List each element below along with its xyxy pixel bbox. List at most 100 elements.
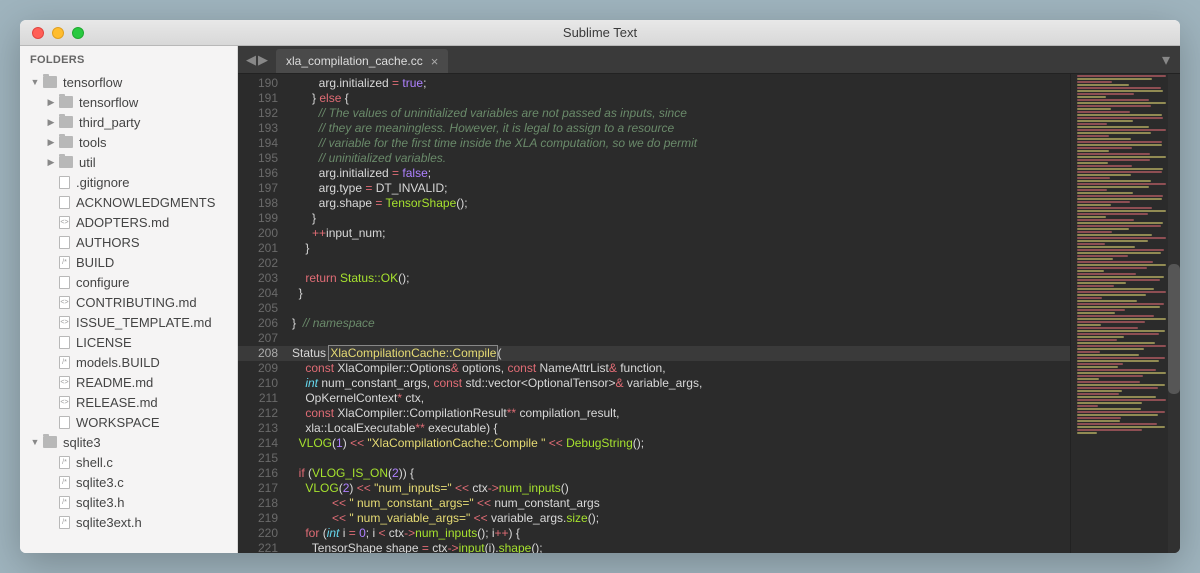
code-line[interactable]: // variable for the first time inside th… [288, 136, 1070, 151]
code-line[interactable]: const XlaCompiler::Options& options, con… [288, 361, 1070, 376]
line-number[interactable]: 205 [238, 301, 288, 316]
line-number[interactable]: 202 [238, 256, 288, 271]
titlebar[interactable]: Sublime Text [20, 20, 1180, 46]
file-item[interactable]: <>ISSUE_TEMPLATE.md [26, 312, 231, 332]
line-number[interactable]: 212 [238, 406, 288, 421]
code-line[interactable]: if (VLOG_IS_ON(2)) { [288, 466, 1070, 481]
minimap[interactable] [1070, 74, 1180, 553]
code-line[interactable]: VLOG(1) << "XlaCompilationCache::Compile… [288, 436, 1070, 451]
chevron-down-icon[interactable]: ▼ [30, 77, 40, 87]
code-line[interactable]: arg.initialized = false; [288, 166, 1070, 181]
folder-item[interactable]: ▼sqlite3 [26, 432, 231, 452]
code-line[interactable]: // they are meaningless. However, it is … [288, 121, 1070, 136]
line-number[interactable]: 217 [238, 481, 288, 496]
chevron-right-icon[interactable]: ▶ [46, 157, 56, 167]
nav-arrows[interactable]: ◀ ▶ [238, 46, 276, 73]
code-line[interactable]: int num_constant_args, const std::vector… [288, 376, 1070, 391]
line-number[interactable]: 198 [238, 196, 288, 211]
file-item[interactable]: /*BUILD [26, 252, 231, 272]
nav-forward-icon[interactable]: ▶ [258, 52, 268, 68]
line-number[interactable]: 211 [238, 391, 288, 406]
line-number[interactable]: 213 [238, 421, 288, 436]
gutter[interactable]: 1901911921931941951961971981992002012022… [238, 74, 288, 553]
line-number[interactable]: 221 [238, 541, 288, 553]
scrollbar-thumb[interactable] [1168, 264, 1180, 394]
code-line[interactable]: << " num_variable_args=" << variable_arg… [288, 511, 1070, 526]
tabbar[interactable]: ◀ ▶ xla_compilation_cache.cc × ▾ [238, 46, 1180, 74]
file-item[interactable]: /*shell.c [26, 452, 231, 472]
code-line[interactable]: VLOG(2) << "num_inputs=" << ctx->num_inp… [288, 481, 1070, 496]
line-number[interactable]: 196 [238, 166, 288, 181]
line-number[interactable]: 197 [238, 181, 288, 196]
line-number[interactable]: 208 [238, 346, 288, 361]
nav-back-icon[interactable]: ◀ [246, 52, 256, 68]
line-number[interactable]: 216 [238, 466, 288, 481]
close-icon[interactable]: × [431, 54, 439, 69]
file-item[interactable]: .gitignore [26, 172, 231, 192]
tab-active[interactable]: xla_compilation_cache.cc × [276, 49, 448, 73]
line-number[interactable]: 204 [238, 286, 288, 301]
line-number[interactable]: 220 [238, 526, 288, 541]
line-number[interactable]: 201 [238, 241, 288, 256]
file-item[interactable]: configure [26, 272, 231, 292]
folder-item[interactable]: ▶tensorflow [26, 92, 231, 112]
line-number[interactable]: 203 [238, 271, 288, 286]
file-item[interactable]: WORKSPACE [26, 412, 231, 432]
code-line[interactable]: arg.type = DT_INVALID; [288, 181, 1070, 196]
code-line[interactable]: // uninitialized variables. [288, 151, 1070, 166]
sidebar[interactable]: FOLDERS ▼tensorflow▶tensorflow▶third_par… [20, 46, 238, 553]
code-line[interactable]: TensorShape shape = ctx->input(i).shape(… [288, 541, 1070, 553]
file-item[interactable]: <>README.md [26, 372, 231, 392]
file-item[interactable]: LICENSE [26, 332, 231, 352]
line-number[interactable]: 207 [238, 331, 288, 346]
chevron-right-icon[interactable]: ▶ [46, 117, 56, 127]
scrollbar-track[interactable] [1168, 74, 1180, 553]
code-line[interactable]: arg.shape = TensorShape(); [288, 196, 1070, 211]
file-item[interactable]: /*sqlite3ext.h [26, 512, 231, 532]
code-line[interactable]: } // namespace [288, 316, 1070, 331]
folder-item[interactable]: ▶util [26, 152, 231, 172]
chevron-down-icon[interactable]: ▼ [30, 437, 40, 447]
code-line[interactable] [288, 331, 1070, 346]
line-number[interactable]: 199 [238, 211, 288, 226]
code-line[interactable]: return Status::OK(); [288, 271, 1070, 286]
line-number[interactable]: 191 [238, 91, 288, 106]
code-line[interactable]: << " num_constant_args=" << num_constant… [288, 496, 1070, 511]
code-line[interactable]: for (int i = 0; i < ctx->num_inputs(); i… [288, 526, 1070, 541]
chevron-right-icon[interactable]: ▶ [46, 97, 56, 107]
file-item[interactable]: <>CONTRIBUTING.md [26, 292, 231, 312]
line-number[interactable]: 210 [238, 376, 288, 391]
tab-overflow[interactable]: ▾ [1152, 46, 1180, 73]
line-number[interactable]: 206 [238, 316, 288, 331]
code-line[interactable]: OpKernelContext* ctx, [288, 391, 1070, 406]
file-item[interactable]: /*sqlite3.h [26, 492, 231, 512]
line-number[interactable]: 219 [238, 511, 288, 526]
line-number[interactable]: 214 [238, 436, 288, 451]
line-number[interactable]: 192 [238, 106, 288, 121]
code-line[interactable]: // The values of uninitialized variables… [288, 106, 1070, 121]
chevron-right-icon[interactable]: ▶ [46, 137, 56, 147]
code-line[interactable]: } else { [288, 91, 1070, 106]
code-line[interactable]: arg.initialized = true; [288, 76, 1070, 91]
line-number[interactable]: 200 [238, 226, 288, 241]
code-line[interactable]: } [288, 211, 1070, 226]
folder-item[interactable]: ▼tensorflow [26, 72, 231, 92]
line-number[interactable]: 209 [238, 361, 288, 376]
line-number[interactable]: 193 [238, 121, 288, 136]
code-line[interactable]: } [288, 241, 1070, 256]
code-view[interactable]: arg.initialized = true; } else { // The … [288, 74, 1070, 553]
file-item[interactable]: ACKNOWLEDGMENTS [26, 192, 231, 212]
folder-item[interactable]: ▶third_party [26, 112, 231, 132]
code-line[interactable] [288, 256, 1070, 271]
file-item[interactable]: AUTHORS [26, 232, 231, 252]
code-line[interactable]: Status XlaCompilationCache::Compile( [288, 346, 1070, 361]
line-number[interactable]: 190 [238, 76, 288, 91]
code-line[interactable] [288, 451, 1070, 466]
file-item[interactable]: /*sqlite3.c [26, 472, 231, 492]
code-line[interactable]: ++input_num; [288, 226, 1070, 241]
file-item[interactable]: <>ADOPTERS.md [26, 212, 231, 232]
line-number[interactable]: 195 [238, 151, 288, 166]
code-line[interactable]: const XlaCompiler::CompilationResult** c… [288, 406, 1070, 421]
code-line[interactable] [288, 301, 1070, 316]
code-line[interactable]: xla::LocalExecutable** executable) { [288, 421, 1070, 436]
